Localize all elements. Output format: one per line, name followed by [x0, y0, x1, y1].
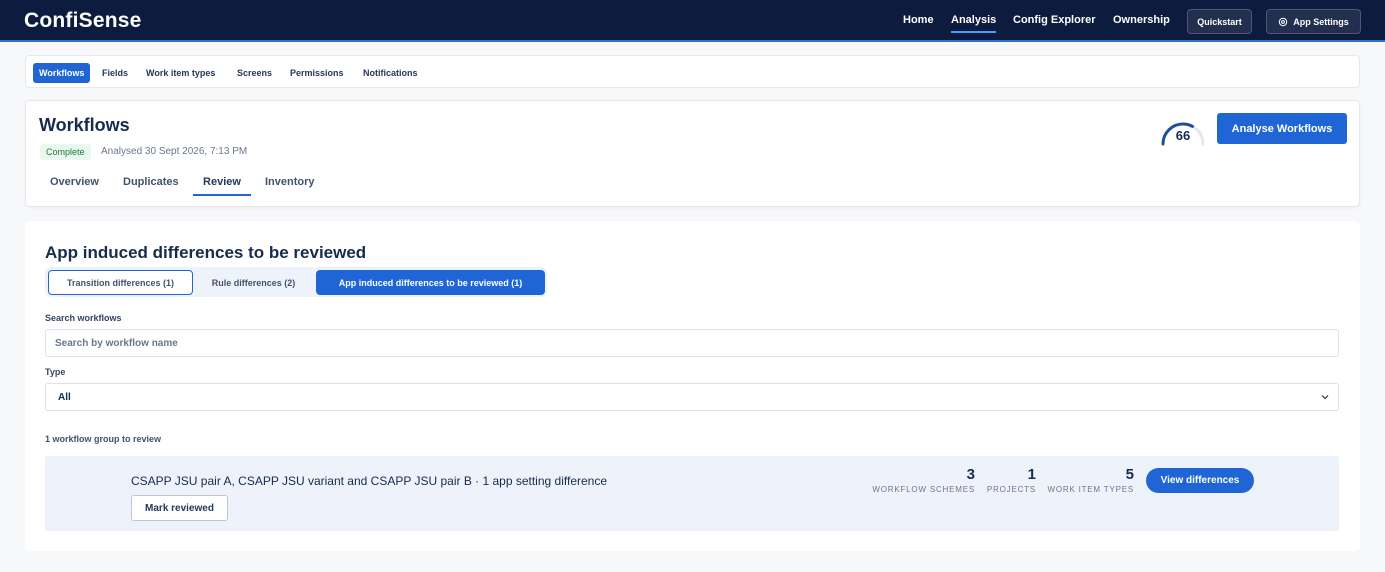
quickstart-button[interactable]: Quickstart [1187, 9, 1252, 34]
type-select[interactable]: All [45, 383, 1339, 411]
analysis-timestamp: Analysed 30 Sept 2026, 7:13 PM [101, 146, 248, 157]
nav-ownership[interactable]: Ownership [1113, 14, 1170, 26]
app-logo[interactable]: ConfiSense [24, 9, 142, 33]
tab-duplicates[interactable]: Duplicates [123, 176, 179, 188]
app-settings-button[interactable]: App Settings [1266, 9, 1361, 34]
review-panel: App induced differences to be reviewed T… [25, 221, 1360, 551]
nav-analysis[interactable]: Analysis [951, 14, 997, 33]
tab-review[interactable]: Review [193, 176, 251, 196]
section-navigation: Workflows Fields Work item types Screens… [25, 55, 1360, 88]
app-settings-label: App Settings [1293, 16, 1349, 27]
review-filter-tabs: Transition differences (1) Rule differen… [45, 267, 547, 297]
review-heading: App induced differences to be reviewed [45, 243, 367, 262]
filter-app-induced-differences[interactable]: App induced differences to be reviewed (… [316, 270, 545, 295]
work-item-types-stat: 5 WORK ITEM TYPES [1047, 466, 1134, 494]
section-work-item-types[interactable]: Work item types [140, 63, 221, 83]
chevron-down-icon [1321, 395, 1329, 400]
search-label: Search workflows [45, 313, 122, 323]
section-notifications[interactable]: Notifications [357, 63, 424, 83]
work-item-types-count: 5 [1125, 466, 1134, 483]
tab-inventory[interactable]: Inventory [265, 176, 315, 188]
projects-count: 1 [1027, 466, 1036, 483]
projects-stat: 1 PROJECTS [987, 466, 1036, 494]
workflow-group-title: CSAPP JSU pair A, CSAPP JSU variant and … [131, 474, 608, 488]
filter-rule-differences[interactable]: Rule differences (2) [196, 270, 311, 295]
nav-config-explorer[interactable]: Config Explorer [1013, 14, 1096, 26]
type-label: Type [45, 367, 66, 377]
section-workflows[interactable]: Workflows [33, 63, 91, 83]
workflow-schemes-stat: 3 WORKFLOW SCHEMES [872, 466, 975, 494]
workflow-schemes-label: WORKFLOW SCHEMES [872, 485, 975, 494]
section-fields[interactable]: Fields [96, 63, 134, 83]
filter-transition-differences[interactable]: Transition differences (1) [48, 270, 193, 295]
section-permissions[interactable]: Permissions [284, 63, 350, 83]
mark-reviewed-button[interactable]: Mark reviewed [131, 495, 228, 521]
workflow-group-row: CSAPP JSU pair A, CSAPP JSU variant and … [45, 456, 1339, 531]
gear-icon [1279, 17, 1288, 26]
section-screens[interactable]: Screens [231, 63, 278, 83]
page-title: Workflows [39, 115, 130, 135]
status-badge: Complete [40, 144, 91, 160]
top-navigation-bar: ConfiSense Home Analysis Config Explorer… [0, 0, 1385, 42]
quickstart-label: Quickstart [1197, 16, 1242, 27]
search-workflows-input[interactable] [45, 329, 1339, 357]
projects-label: PROJECTS [986, 485, 1036, 494]
type-selected-value: All [58, 391, 71, 403]
view-differences-button[interactable]: View differences [1146, 468, 1254, 493]
score-value: 66 [1175, 128, 1191, 143]
workflow-group-count: 1 workflow group to review [45, 434, 162, 444]
tab-overview[interactable]: Overview [50, 176, 99, 188]
nav-home[interactable]: Home [903, 14, 934, 26]
workflow-header-card: Workflows Complete Analysed 30 Sept 2026… [25, 100, 1360, 207]
workflow-schemes-count: 3 [966, 466, 975, 483]
analyse-workflows-button[interactable]: Analyse Workflows [1217, 113, 1347, 144]
work-item-types-label: WORK ITEM TYPES [1047, 485, 1134, 494]
